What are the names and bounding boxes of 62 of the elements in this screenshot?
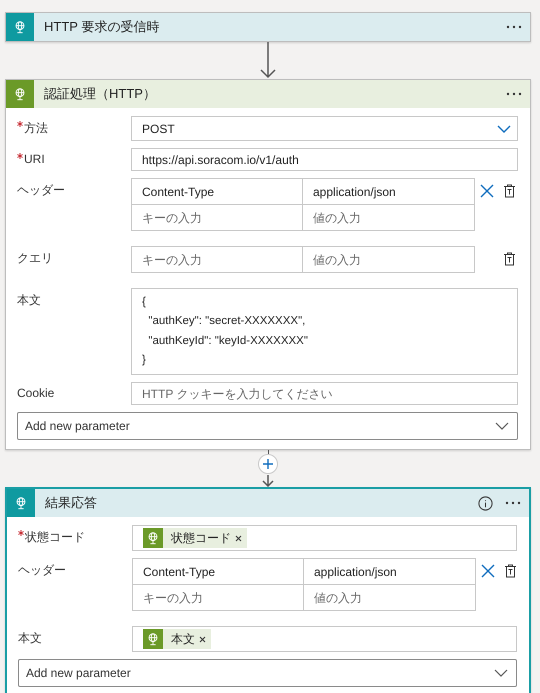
token-field[interactable]: 本文 (132, 626, 517, 652)
delete-icon[interactable] (503, 252, 516, 266)
close-icon[interactable] (199, 636, 206, 642)
close-icon[interactable] (235, 534, 242, 542)
chevron-icon (494, 669, 508, 677)
more-icon[interactable] (505, 501, 521, 505)
globe-icon (7, 489, 35, 517)
card-header[interactable]: 結果応答 (7, 489, 529, 517)
token-chip[interactable]: 本文 (143, 629, 211, 649)
add-step-button[interactable] (258, 454, 278, 474)
code-line: { (142, 295, 147, 310)
field-label: クエリ (17, 250, 53, 267)
more-icon[interactable] (506, 25, 522, 29)
globe-icon (6, 80, 34, 108)
input-field[interactable]: キーの入力 (132, 247, 303, 273)
input-field[interactable]: application/json (303, 179, 475, 205)
code-line: } (142, 352, 147, 368)
input-field[interactable]: HTTP クッキーを入力してください (131, 382, 518, 405)
field-label: 方法 (24, 120, 48, 137)
plus-icon (262, 458, 274, 470)
connector-arrow (261, 475, 275, 487)
action-card[interactable]: 結果応答 状態コード 状態コード ヘッダー Content-Type application/json キーの入力 値の入力 本文 本文 Add new parameter (5, 487, 531, 693)
close-icon[interactable] (480, 564, 496, 578)
input-field[interactable]: 値の入力 (303, 247, 475, 273)
token-field[interactable]: 状態コード (132, 525, 517, 551)
field-label: 本文 (17, 292, 41, 309)
field-label: 状態コード (25, 529, 85, 546)
input-field[interactable]: application/json (304, 559, 476, 585)
chevron-icon (497, 124, 511, 132)
input-field[interactable]: キーの入力 (132, 205, 303, 231)
field-label: 本文 (18, 630, 42, 647)
more-icon[interactable] (506, 92, 522, 96)
add-parameter-dropdown[interactable]: Add new parameter (18, 659, 517, 687)
globe-icon (143, 629, 163, 649)
add-parameter-dropdown[interactable]: Add new parameter (17, 412, 518, 440)
code-line: "authKeyId": "keyId-XXXXXXX" (147, 334, 309, 349)
code-line: "authKey": "secret-XXXXXXX", (147, 314, 306, 330)
card-header[interactable]: 認証処理（HTTP） (6, 80, 530, 108)
method-dropdown[interactable]: POST (131, 116, 518, 141)
card-title: HTTP 要求の受信時 (44, 18, 160, 36)
input-field[interactable]: https://api.soracom.io/v1/auth (131, 148, 518, 171)
close-icon[interactable] (479, 184, 495, 198)
chevron-icon (495, 422, 509, 430)
input-field[interactable]: キーの入力 (133, 585, 304, 611)
delete-icon[interactable] (503, 184, 516, 198)
input-field[interactable]: 値の入力 (304, 585, 476, 611)
globe-icon (143, 528, 163, 548)
card-title: 結果応答 (45, 494, 98, 512)
input-field[interactable]: Content-Type (132, 179, 303, 205)
globe-icon (6, 13, 34, 41)
card-title: 認証処理（HTTP） (44, 85, 157, 103)
field-label: Cookie (17, 386, 54, 400)
info-icon[interactable] (478, 496, 493, 510)
token-chip[interactable]: 状態コード (143, 528, 247, 548)
delete-icon[interactable] (504, 564, 517, 578)
field-label: URI (24, 152, 45, 166)
card-header[interactable]: HTTP 要求の受信時 (6, 13, 530, 41)
field-label: ヘッダー (18, 562, 66, 579)
field-label: ヘッダー (17, 182, 65, 199)
input-field[interactable]: Content-Type (133, 559, 304, 585)
body-field[interactable]: { "authKey": "secret-XXXXXXX", "authKeyId": "keyId-XXXXXXX" } (131, 288, 518, 375)
input-field[interactable]: 値の入力 (303, 205, 475, 231)
